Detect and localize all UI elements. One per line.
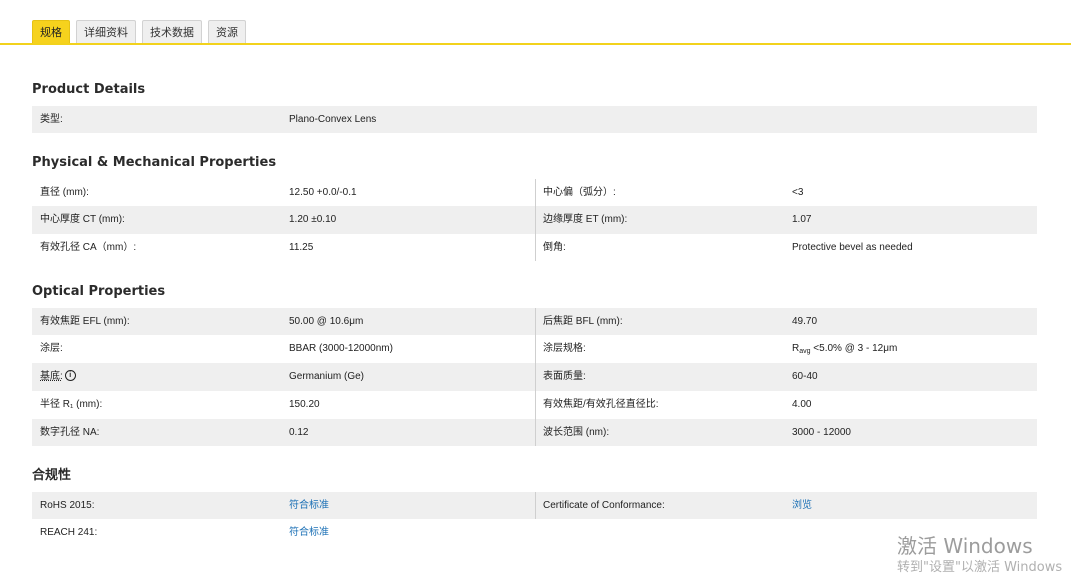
windows-activation-watermark: 激活 Windows (897, 534, 1033, 558)
spec-value: 4.00 (792, 399, 812, 410)
column-divider (535, 179, 536, 206)
section-title: 合规性 (32, 468, 72, 483)
spec-value: <3 (792, 187, 804, 198)
spec-label: 数字孔径 NA: (40, 427, 100, 438)
type-value: Plano-Convex Lens (289, 114, 377, 125)
tab-technical-data[interactable]: 技术数据 (142, 20, 202, 44)
spec-label: 倒角: (543, 242, 566, 253)
table-row: 基底: i Germanium (Ge) 表面质量: 60-40 (32, 363, 1037, 391)
section-title: Product Details (32, 82, 146, 97)
spec-label: Certificate of Conformance: (543, 500, 665, 511)
table-row: 涂层: BBAR (3000-12000nm) 涂层规格: Ravg <5.0%… (32, 335, 1037, 363)
rohs-compliant-link[interactable]: 符合标准 (289, 492, 329, 519)
spec-value: 1.20 ±0.10 (289, 214, 337, 225)
table-row: REACH 241: 符合标准 (32, 519, 1037, 547)
table-row: 有效孔径 CA（mm）: 11.25 倒角: Protective bevel … (32, 234, 1037, 261)
certificate-view-link[interactable]: 浏览 (792, 492, 812, 519)
spec-label: 涂层规格: (543, 343, 586, 354)
tab-resources[interactable]: 资源 (208, 20, 246, 44)
table-row: 半径 R₁ (mm): 150.20 有效焦距/有效孔径直径比: 4.00 (32, 391, 1037, 419)
column-divider (535, 308, 536, 335)
substrate-label[interactable]: 基底: (40, 371, 63, 382)
spec-value: Germanium (Ge) (289, 371, 365, 382)
product-details-section: Product Details 类型: Plano-Convex Lens (32, 81, 1037, 133)
spec-label: 有效焦距/有效孔径直径比: (543, 399, 659, 410)
section-title: Optical Properties (32, 284, 166, 299)
column-divider (535, 234, 536, 261)
spec-value: 11.25 (289, 242, 314, 253)
column-divider (535, 335, 536, 363)
table-row: 直径 (mm): 12.50 +0.0/-0.1 中心偏（弧分）: <3 (32, 179, 1037, 206)
spec-label: 有效孔径 CA（mm）: (40, 242, 137, 253)
spec-label: 后焦距 BFL (mm): (543, 316, 623, 327)
column-divider (535, 206, 536, 234)
type-label: 类型: (40, 114, 63, 125)
windows-activation-hint: 转到"设置"以激活 Windows (897, 560, 1063, 575)
spec-label: 边缘厚度 ET (mm): (543, 214, 628, 225)
tab-underline (0, 43, 1071, 45)
spec-label: 半径 R₁ (mm): (40, 399, 103, 410)
tab-details[interactable]: 详细资料 (76, 20, 136, 44)
column-divider (535, 363, 536, 391)
compliance-section: 合规性 RoHS 2015: 符合标准 Certificate of Confo… (32, 467, 1037, 547)
spec-label: 直径 (mm): (40, 187, 89, 198)
table-row: RoHS 2015: 符合标准 Certificate of Conforman… (32, 492, 1037, 519)
spec-label: REACH 241: (40, 527, 98, 538)
spec-label: 波长范围 (nm): (543, 427, 610, 438)
tab-bar: 规格 详细资料 技术数据 资源 (32, 18, 246, 44)
column-divider (535, 492, 536, 519)
spec-value: Ravg <5.0% @ 3 - 12μm (792, 335, 897, 363)
spec-value-subscript: avg (799, 348, 811, 355)
physical-properties-section: Physical & Mechanical Properties 直径 (mm)… (32, 154, 1037, 261)
spec-value: BBAR (3000-12000nm) (289, 343, 393, 354)
spec-value: 0.12 (289, 427, 309, 438)
table-row: 中心厚度 CT (mm): 1.20 ±0.10 边缘厚度 ET (mm): 1… (32, 206, 1037, 234)
column-divider (535, 419, 536, 446)
table-row: 有效焦距 EFL (mm): 50.00 @ 10.6μm 后焦距 BFL (m… (32, 308, 1037, 335)
spec-label: 中心偏（弧分）: (543, 187, 616, 198)
column-divider (535, 391, 536, 419)
spec-value-rest: <5.0% @ 3 - 12μm (810, 343, 898, 354)
info-icon[interactable]: i (64, 369, 76, 381)
spec-label: RoHS 2015: (40, 500, 95, 511)
spec-value: 3000 - 12000 (792, 427, 851, 438)
spec-value: 49.70 (792, 316, 818, 327)
spec-value: Protective bevel as needed (792, 242, 913, 253)
spec-label: 中心厚度 CT (mm): (40, 214, 125, 225)
spec-value: 1.07 (792, 214, 812, 225)
spec-label: 表面质量: (543, 371, 586, 382)
spec-label: 基底: i (40, 363, 76, 391)
tab-specifications[interactable]: 规格 (32, 20, 70, 44)
optical-properties-section: Optical Properties 有效焦距 EFL (mm): 50.00 … (32, 283, 1037, 446)
reach-compliant-link[interactable]: 符合标准 (289, 519, 329, 547)
table-row: 数字孔径 NA: 0.12 波长范围 (nm): 3000 - 12000 (32, 419, 1037, 446)
spec-label: 有效焦距 EFL (mm): (40, 316, 130, 327)
spec-value: 50.00 @ 10.6μm (289, 316, 364, 327)
spec-value: 60-40 (792, 371, 818, 382)
table-row: 类型: Plano-Convex Lens (32, 106, 1037, 133)
spec-value: 150.20 (289, 399, 320, 410)
section-title: Physical & Mechanical Properties (32, 155, 277, 170)
spec-value: 12.50 +0.0/-0.1 (289, 187, 357, 198)
spec-label: 涂层: (40, 343, 63, 354)
